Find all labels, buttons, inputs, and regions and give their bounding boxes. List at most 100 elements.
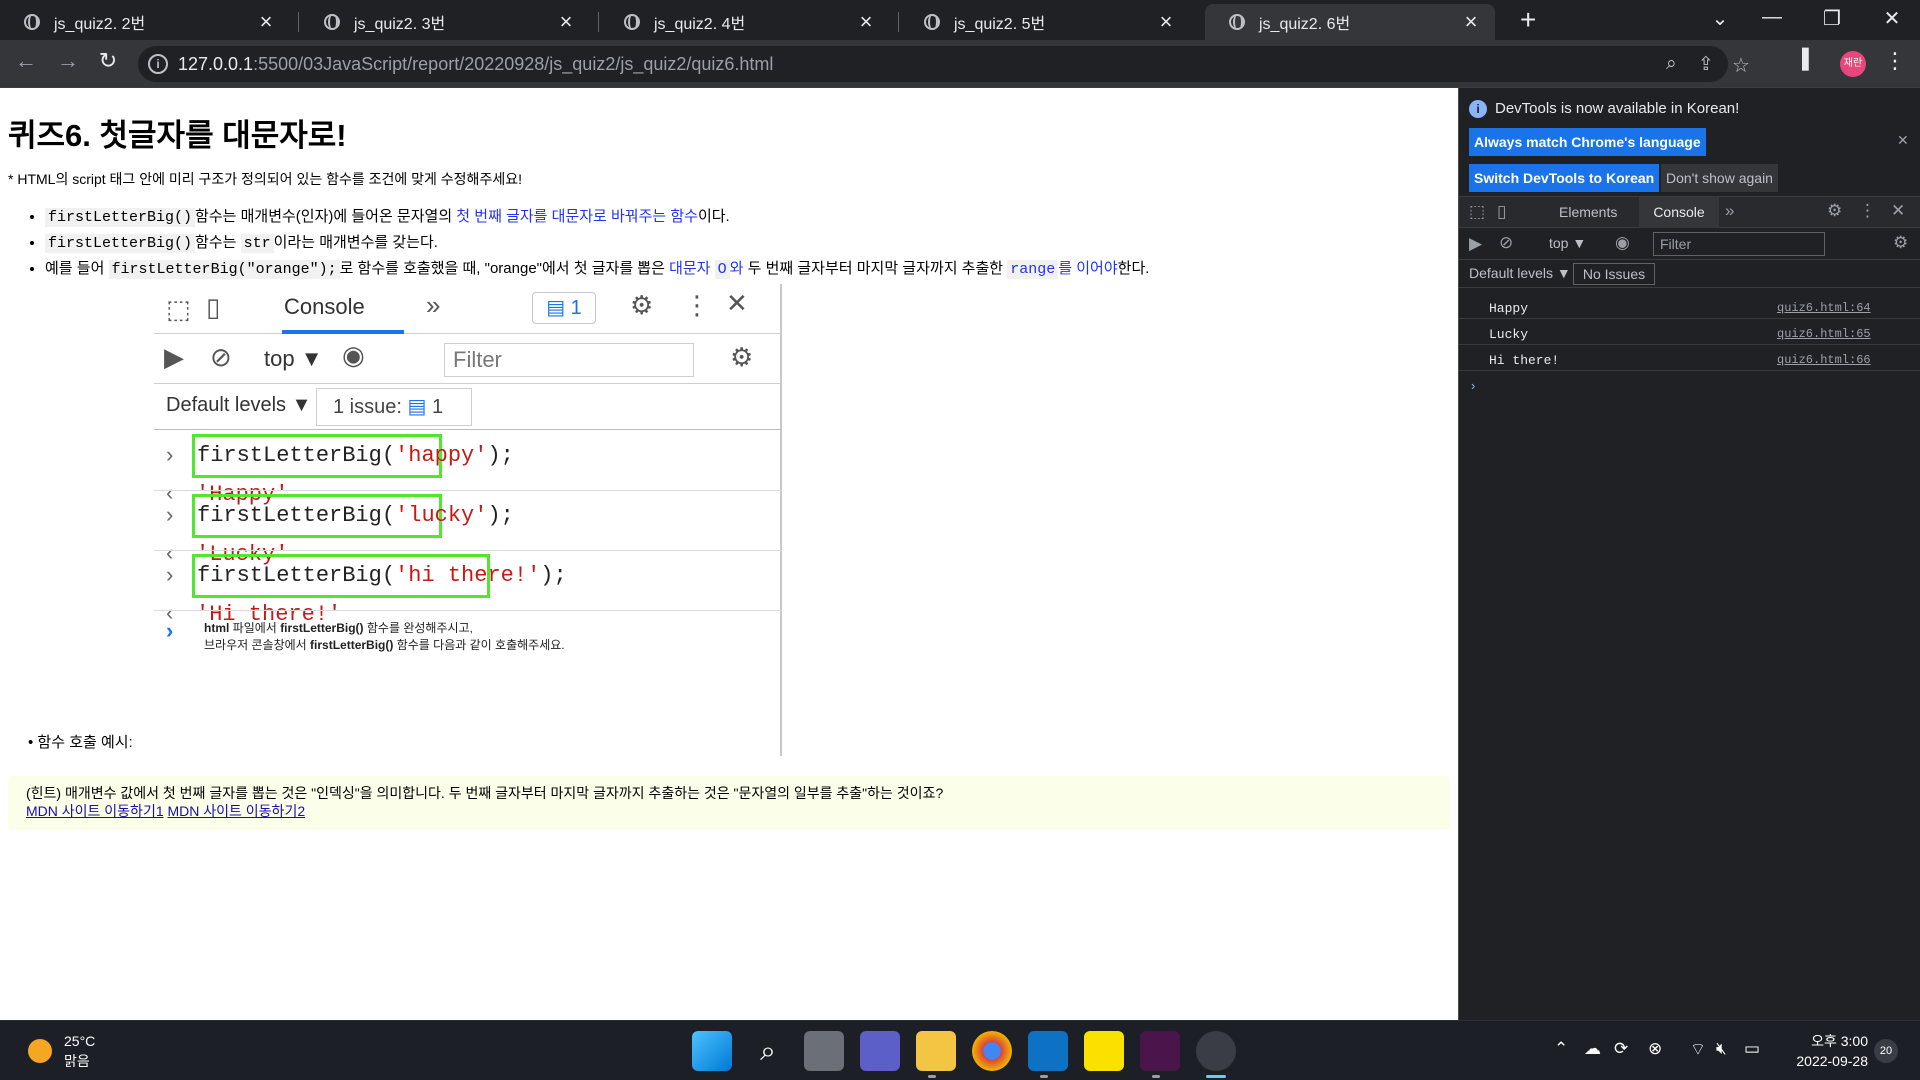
restore-button[interactable]: ❐: [1812, 6, 1852, 31]
issue-badge: ▤ 1: [532, 292, 596, 324]
close-icon[interactable]: ×: [254, 10, 278, 34]
console-toolbar: ▶ ⊘ top ▼ ◉ Filter ⚙: [1459, 228, 1920, 260]
screenshot-levels-bar: Default levels ▼ 1 issue: ▤ 1: [154, 384, 782, 430]
sync-icon[interactable]: ⟳: [1614, 1039, 1628, 1059]
x-circle-icon[interactable]: ⊗: [1648, 1039, 1662, 1059]
back-arrow-icon[interactable]: ←: [10, 48, 42, 74]
console-filter-input[interactable]: Filter: [1653, 232, 1825, 256]
reload-icon[interactable]: ↻: [92, 48, 124, 74]
levels-dropdown: Default levels ▼: [166, 394, 312, 416]
more-tabs-icon[interactable]: »: [1725, 201, 1734, 221]
chrome-icon[interactable]: [972, 1031, 1012, 1071]
address-bar[interactable]: i 127.0.0.1:5500/03JavaScript/report/202…: [138, 46, 1750, 82]
close-icon[interactable]: ×: [854, 10, 878, 34]
chevron-up-icon[interactable]: ⌃: [1554, 1039, 1568, 1059]
battery-icon[interactable]: ▭: [1744, 1039, 1760, 1059]
task-view-icon[interactable]: [804, 1031, 844, 1071]
close-icon: ✕: [726, 288, 748, 318]
tab-quiz2-6[interactable]: js_quiz2. 6번 ×: [1205, 4, 1495, 40]
hint-text: (힌트) 매개변수 값에서 첫 번째 글자를 뽑는 것은 "인덱싱"을 의미합니…: [26, 785, 944, 801]
tab-quiz2-4[interactable]: js_quiz2. 4번 ×: [600, 4, 890, 40]
side-panel-icon[interactable]: ▌: [1802, 49, 1815, 71]
close-window-button[interactable]: ✕: [1872, 6, 1912, 31]
console-prompt[interactable]: ›: [1471, 378, 1475, 393]
close-icon[interactable]: ✕: [1891, 201, 1905, 221]
close-icon[interactable]: ✕: [1897, 132, 1909, 149]
mdn-link-2[interactable]: MDN 사이트 이동하기2: [168, 803, 306, 819]
tab-quiz2-3[interactable]: js_quiz2. 3번 ×: [300, 4, 590, 40]
levels-dropdown[interactable]: Default levels ▼: [1469, 265, 1571, 281]
weather-description[interactable]: 맑음: [64, 1051, 90, 1071]
kakaotalk-icon[interactable]: [1084, 1031, 1124, 1071]
start-windows-icon[interactable]: [692, 1031, 732, 1071]
notification-count[interactable]: 20: [1874, 1039, 1898, 1063]
zoom-search-icon[interactable]: ⌕: [1666, 53, 1677, 75]
device-toggle-icon[interactable]: ▯: [1497, 202, 1506, 222]
clear-console-icon[interactable]: ⊘: [1499, 233, 1513, 253]
dont-show-again-button[interactable]: Don't show again: [1661, 164, 1778, 192]
mdn-link-1[interactable]: MDN 사이트 이동하기1: [26, 803, 164, 819]
tab-title: js_quiz2. 4번: [654, 16, 746, 33]
screenshot-instruction: html 파일에서 firstLetterBig() 함수를 완성해주시고, 브…: [204, 621, 565, 652]
sun-icon[interactable]: [28, 1039, 52, 1063]
context-selector[interactable]: top ▼: [1549, 235, 1586, 251]
intro-text: * HTML의 script 태그 안에 미리 구조가 정의되어 있는 함수를 …: [8, 171, 522, 187]
site-info-icon[interactable]: i: [148, 54, 168, 74]
web-page: 퀴즈6. 첫글자를 대문자로! * HTML의 script 태그 안에 미리 …: [0, 88, 1458, 1020]
switch-korean-button[interactable]: Switch DevTools to Korean: [1469, 164, 1660, 192]
clock-date[interactable]: 2022-09-28: [1782, 1053, 1868, 1069]
inline-code: range: [1007, 260, 1059, 279]
log-message: Happy: [1489, 301, 1529, 316]
tab-console[interactable]: Console: [1639, 197, 1719, 228]
clock-time[interactable]: 오후 3:00: [1800, 1031, 1868, 1051]
weather-temperature[interactable]: 25°C: [64, 1033, 95, 1049]
new-tab-button[interactable]: +: [1520, 6, 1536, 34]
log-source-link[interactable]: quiz6.html:66: [1777, 353, 1871, 367]
forward-arrow-icon[interactable]: →: [52, 48, 84, 74]
inspect-cursor-icon[interactable]: ⬚: [1469, 202, 1485, 222]
tab-quiz2-2[interactable]: js_quiz2. 2번 ×: [0, 4, 290, 40]
kebab-icon: ⋮: [684, 290, 710, 320]
wifi-icon[interactable]: ⌔: [1690, 1039, 1706, 1060]
chrome-profile-icon[interactable]: [1196, 1031, 1236, 1071]
eye-icon[interactable]: ◉: [1615, 233, 1630, 253]
vscode-icon[interactable]: [1028, 1031, 1068, 1071]
gear-icon[interactable]: ⚙: [1827, 201, 1842, 221]
screenshot-tab-bar: ⬚ ▯ Console » ▤ 1 ⚙ ⋮ ✕: [154, 284, 782, 334]
speaker-muted-icon[interactable]: 🔇︎: [1716, 1039, 1727, 1059]
log-source-link[interactable]: quiz6.html:64: [1777, 301, 1871, 315]
eye-icon: ◉: [342, 340, 365, 370]
profile-avatar[interactable]: 재란: [1840, 51, 1866, 77]
chat-icon[interactable]: [860, 1031, 900, 1071]
list-item: firstLetterBig()함수는 매개변수(인자)에 들어온 문자열의 첫…: [45, 204, 1149, 230]
close-icon[interactable]: ×: [1459, 10, 1483, 34]
file-explorer-icon[interactable]: [916, 1031, 956, 1071]
url-text[interactable]: 127.0.0.1:5500/03JavaScript/report/20220…: [178, 54, 773, 75]
gear-icon[interactable]: ⚙: [1893, 233, 1908, 253]
slack-icon[interactable]: [1140, 1031, 1180, 1071]
match-language-button[interactable]: Always match Chrome's language: [1469, 128, 1706, 156]
bookmark-star-icon[interactable]: ☆: [1732, 53, 1750, 78]
log-source-link[interactable]: quiz6.html:65: [1777, 327, 1871, 341]
kebab-icon[interactable]: ⋮: [1859, 201, 1876, 221]
screenshot-filter: Filter: [444, 343, 694, 377]
close-icon[interactable]: ×: [1154, 10, 1178, 34]
search-icon[interactable]: ⌕: [748, 1031, 788, 1071]
tab-divider: [298, 12, 299, 32]
tab-elements[interactable]: Elements: [1559, 204, 1617, 220]
menu-kebab-icon[interactable]: ⋮: [1884, 48, 1906, 74]
console-log-row: Hi there! quiz6.html:66: [1459, 350, 1920, 371]
issues-button[interactable]: No Issues: [1573, 263, 1655, 285]
tab-quiz2-5[interactable]: js_quiz2. 5번 ×: [900, 4, 1190, 40]
minimize-button[interactable]: —: [1752, 6, 1792, 29]
running-indicator: [1040, 1075, 1048, 1078]
issue-icon: ▤: [407, 396, 427, 418]
hint-box: (힌트) 매개변수 값에서 첫 번째 글자를 뽑는 것은 "인덱싱"을 의미합니…: [8, 776, 1450, 830]
sidebar-toggle-icon[interactable]: ▶: [1469, 234, 1482, 254]
tab-search-chevron-icon[interactable]: ⌄: [1700, 6, 1740, 31]
share-icon[interactable]: ⇪: [1698, 53, 1714, 76]
devtools-tab-bar: ⬚ ▯ Elements Console » ⚙ ⋮ ✕: [1459, 196, 1920, 228]
console-log-row: Happy quiz6.html:64: [1459, 298, 1920, 319]
cloud-icon[interactable]: ☁: [1584, 1039, 1601, 1059]
close-icon[interactable]: ×: [554, 10, 578, 34]
